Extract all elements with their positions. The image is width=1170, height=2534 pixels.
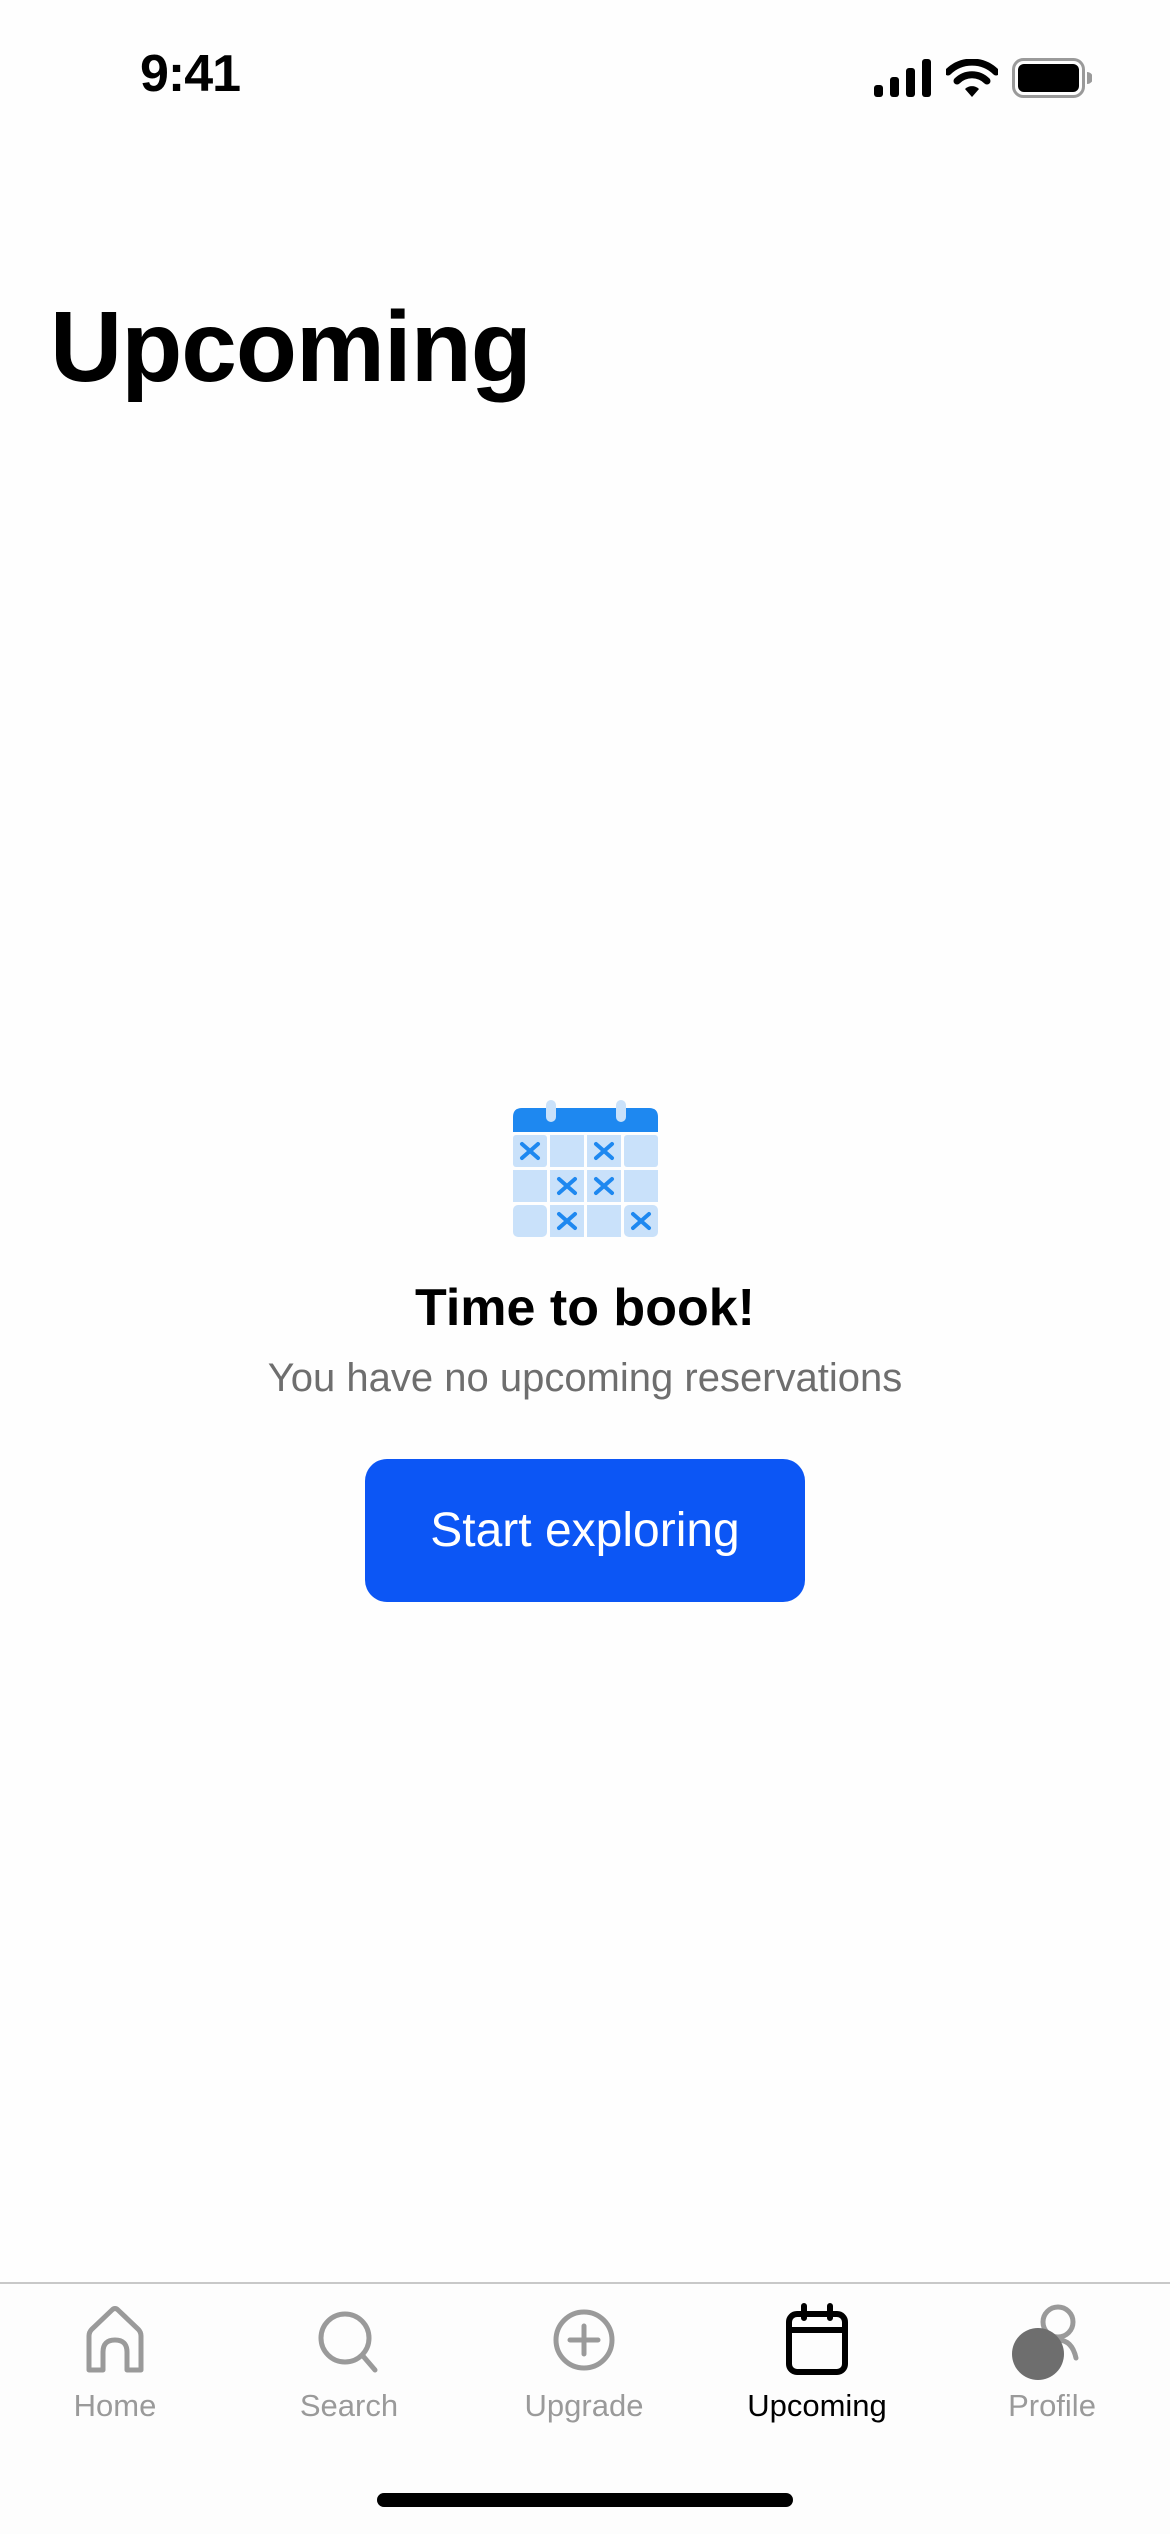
home-indicator[interactable] [377,2493,793,2507]
tab-label-search: Search [299,2388,399,2423]
search-icon [318,2311,378,2373]
tab-search[interactable]: Search [259,2302,439,2424]
empty-state-title: Time to book! [415,1279,755,1337]
tab-label-home: Home [73,2388,157,2423]
tab-label-upcoming: Upcoming [747,2388,887,2423]
battery-icon [1012,58,1092,98]
profile-touch-indicator [1012,2328,1064,2380]
status-icons [874,56,1092,100]
page-title: Upcoming [50,291,532,403]
start-exploring-button[interactable]: Start exploring [365,1459,805,1602]
tab-profile[interactable]: Profile [962,2302,1142,2424]
tab-upgrade[interactable]: Upgrade [494,2302,674,2424]
empty-state: Time to book! You have no upcoming reser… [0,1100,1170,1602]
tab-label-profile: Profile [1008,2388,1096,2423]
home-icon [86,2306,144,2373]
wifi-icon [946,59,998,97]
empty-state-subtitle: You have no upcoming reservations [267,1356,903,1400]
status-bar: 9:41 [0,0,1170,150]
cellular-signal-icon [874,59,931,97]
tab-label-upgrade: Upgrade [524,2388,644,2423]
tab-upcoming[interactable]: Upcoming [727,2302,907,2424]
calendar-illustration-icon [513,1100,658,1237]
plus-circle-icon [553,2309,615,2371]
person-icon [1012,2304,1079,2380]
tab-home[interactable]: Home [25,2302,205,2424]
status-time: 9:41 [140,45,241,103]
calendar-icon [786,2303,848,2375]
